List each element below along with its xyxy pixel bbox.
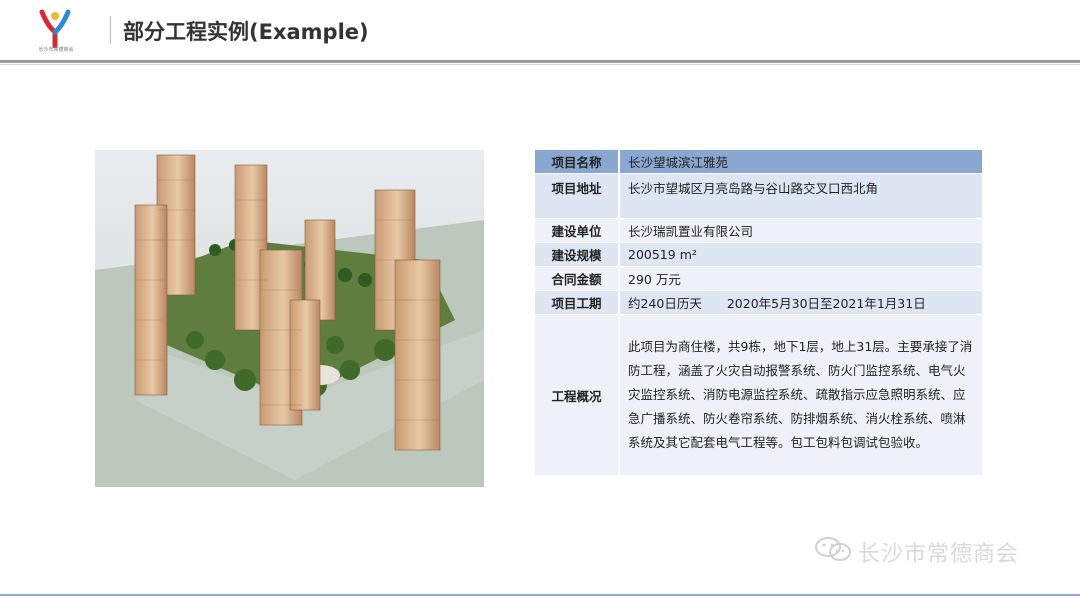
label-project-address: 项目地址 bbox=[535, 173, 620, 219]
label-duration: 项目工期 bbox=[535, 290, 620, 315]
header: 长沙市常德商会 部分工程实例(Example) bbox=[0, 0, 1080, 66]
value-developer: 长沙瑞凯置业有限公司 bbox=[619, 218, 982, 243]
logo-caption: 长沙市常德商会 bbox=[38, 47, 74, 53]
label-contract-amount: 合同金额 bbox=[535, 266, 620, 291]
project-info-table: 项目名称 长沙望城滨江雅苑 项目地址 长沙市望城区月亮岛路与谷山路交叉口西北角 … bbox=[535, 150, 982, 476]
label-scale: 建设规模 bbox=[535, 242, 620, 267]
value-duration: 约240日历天 2020年5月30日至2021年1月31日 bbox=[619, 290, 982, 315]
value-scale: 200519 m² bbox=[619, 242, 982, 267]
value-contract-amount: 290 万元 bbox=[619, 266, 982, 291]
row-project-address: 项目地址 长沙市望城区月亮岛路与谷山路交叉口西北角 bbox=[535, 173, 982, 219]
project-rendering-image bbox=[95, 150, 484, 487]
row-project-name: 项目名称 长沙望城滨江雅苑 bbox=[535, 150, 982, 174]
footer-rule bbox=[0, 594, 1080, 596]
value-project-name: 长沙望城滨江雅苑 bbox=[619, 150, 982, 174]
row-overview: 工程概况 此项目为商住楼，共9栋，地下1层，地上31层。主要承接了消防工程，涵盖… bbox=[535, 314, 982, 476]
label-overview: 工程概况 bbox=[535, 314, 620, 476]
row-duration: 项目工期 约240日历天 2020年5月30日至2021年1月31日 bbox=[535, 290, 982, 315]
watermark-text: 长沙市常德商会 bbox=[858, 542, 1020, 567]
value-overview: 此项目为商住楼，共9栋，地下1层，地上31层。主要承接了消防工程，涵盖了火灾自动… bbox=[619, 314, 982, 476]
wechat-icon bbox=[815, 537, 851, 561]
page-title: 部分工程实例(Example) bbox=[123, 20, 369, 44]
row-contract-amount: 合同金额 290 万元 bbox=[535, 266, 982, 291]
row-developer: 建设单位 长沙瑞凯置业有限公司 bbox=[535, 218, 982, 243]
value-project-address: 长沙市望城区月亮岛路与谷山路交叉口西北角 bbox=[619, 173, 982, 219]
header-rule-thin bbox=[0, 64, 1080, 65]
row-scale: 建设规模 200519 m² bbox=[535, 242, 982, 267]
header-divider bbox=[110, 16, 111, 44]
label-project-name: 项目名称 bbox=[535, 150, 620, 174]
association-logo bbox=[39, 9, 71, 48]
header-rule bbox=[0, 60, 1080, 63]
label-developer: 建设单位 bbox=[535, 218, 620, 243]
